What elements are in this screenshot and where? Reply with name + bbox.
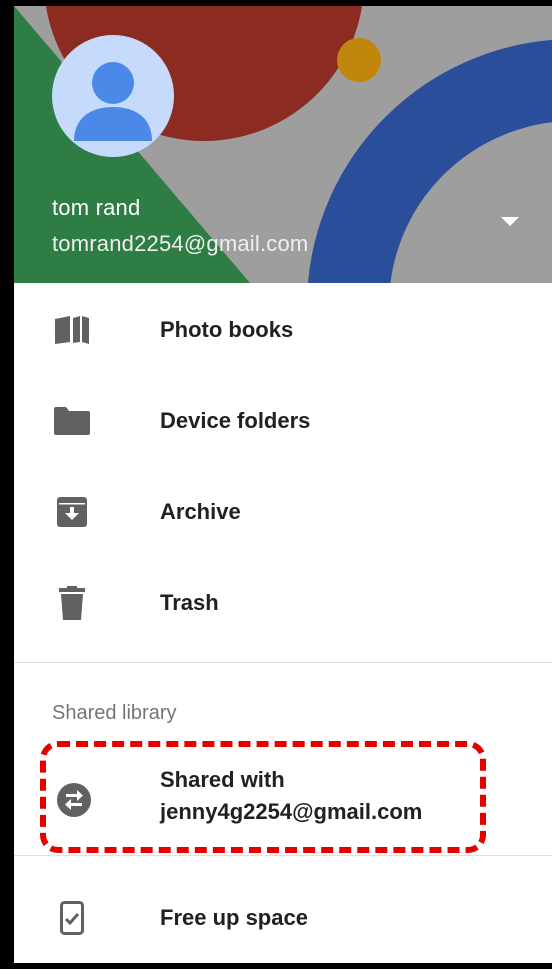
account-name: tom rand	[52, 195, 141, 220]
shared-item-title: Shared with	[160, 767, 285, 792]
menu-item-free-up-space[interactable]: Free up space	[14, 883, 552, 953]
share-swap-icon	[52, 778, 96, 822]
folder-icon	[52, 386, 92, 456]
shared-library-item[interactable]: Shared with jenny4g2254@gmail.com	[14, 750, 552, 850]
archive-icon	[52, 477, 92, 547]
account-email: tomrand2254@gmail.com	[52, 231, 309, 256]
menu-item-label: Trash	[160, 590, 219, 615]
menu-item-trash[interactable]: Trash	[14, 568, 552, 638]
avatar[interactable]	[52, 35, 174, 157]
trash-icon	[52, 568, 92, 638]
menu-item-label: Archive	[160, 499, 241, 524]
phone-check-icon	[52, 883, 92, 953]
menu-item-photo-books[interactable]: Photo books	[14, 295, 552, 365]
photo-book-icon	[52, 295, 92, 365]
menu-item-label: Photo books	[160, 317, 294, 342]
divider	[14, 662, 552, 663]
menu-item-label: Free up space	[160, 905, 308, 930]
divider	[14, 855, 552, 856]
account-switcher-button[interactable]	[492, 204, 528, 240]
account-header: tom rand tomrand2254@gmail.com	[14, 6, 552, 283]
section-title-shared-library: Shared library	[52, 702, 177, 724]
menu-item-device-folders[interactable]: Device folders	[14, 386, 552, 456]
shared-item-email: jenny4g2254@gmail.com	[160, 799, 423, 824]
menu-item-label: Device folders	[160, 408, 311, 433]
person-icon	[74, 62, 152, 141]
menu-item-archive[interactable]: Archive	[14, 477, 552, 547]
navigation-drawer: tom rand tomrand2254@gmail.com Photo boo…	[14, 6, 552, 963]
caret-down-icon	[501, 217, 519, 226]
